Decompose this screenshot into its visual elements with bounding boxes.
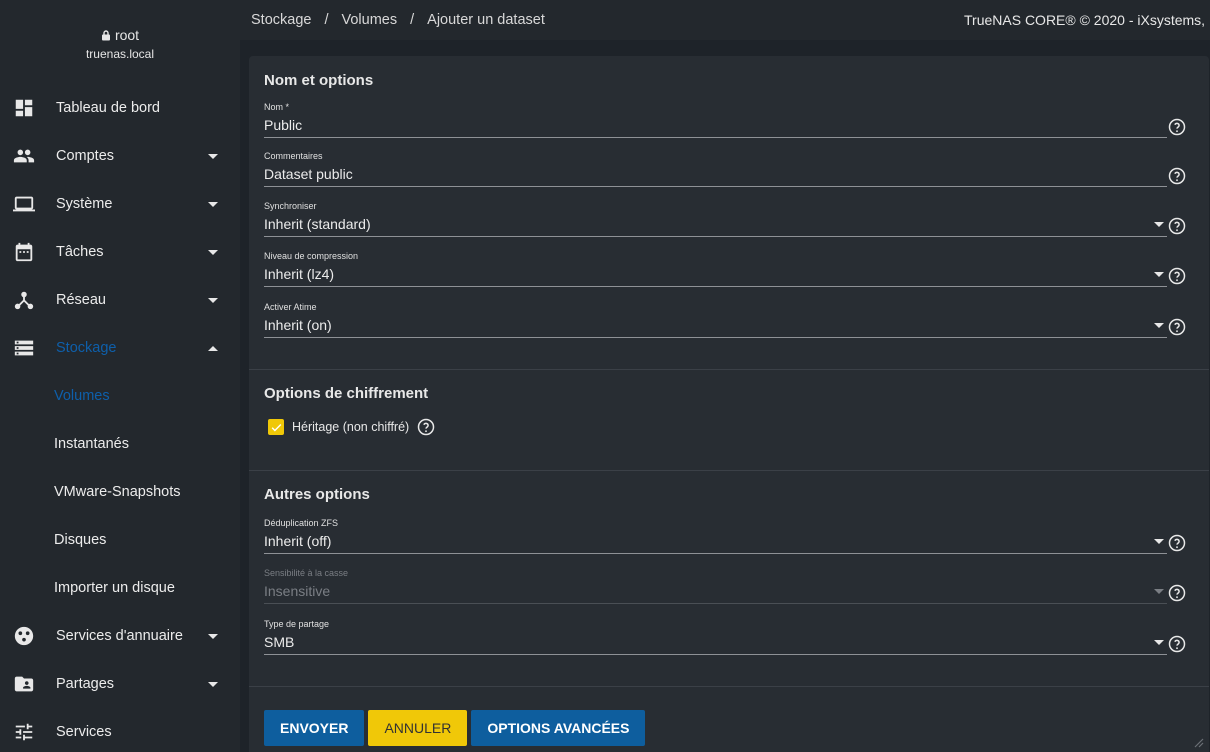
storage-icon (12, 336, 36, 360)
nav-item-storage[interactable]: Stockage (0, 324, 240, 372)
nav-item-shares[interactable]: Partages (0, 660, 240, 708)
section-title-name-options: Nom et options (264, 72, 374, 89)
section-other: Autres options (249, 470, 385, 506)
form-actions: ENVOYER ANNULER OPTIONS AVANCÉES (264, 710, 646, 746)
breadcrumb-separator: / (324, 12, 329, 28)
nav-sub-volumes[interactable]: Volumes (0, 372, 240, 420)
help-icon[interactable] (417, 418, 435, 436)
sync-select[interactable]: Synchroniser Inherit (standard) (264, 201, 1204, 247)
lock-icon (101, 29, 110, 40)
cancel-button[interactable]: ANNULER (368, 710, 468, 746)
section-divider (249, 686, 1209, 687)
nav-item-tasks[interactable]: Tâches (0, 228, 240, 276)
shares-folder-icon (12, 672, 36, 696)
submit-button[interactable]: ENVOYER (264, 710, 365, 746)
breadcrumb-add-dataset: Ajouter un dataset (427, 12, 545, 28)
chevron-down-icon (208, 633, 218, 639)
checkbox-checked-icon[interactable] (268, 419, 284, 435)
directory-icon (12, 624, 36, 648)
comments-field[interactable]: Commentaires Dataset public (264, 151, 1204, 197)
dashboard-icon (12, 96, 36, 120)
chevron-down-icon (208, 249, 218, 255)
nav-item-accounts[interactable]: Comptes (0, 132, 240, 180)
chevron-up-icon (208, 345, 218, 351)
dropdown-arrow-icon (1154, 640, 1164, 645)
help-icon[interactable] (1168, 217, 1186, 235)
user-name: root (101, 27, 139, 43)
name-field[interactable]: Nom * Public (264, 102, 1204, 148)
help-icon[interactable] (1168, 167, 1186, 185)
advanced-options-button[interactable]: OPTIONS AVANCÉES (471, 710, 646, 746)
dropdown-arrow-icon (1154, 222, 1164, 227)
nav-item-dashboard[interactable]: Tableau de bord (0, 84, 240, 132)
nav-sub-vmware-snapshots[interactable]: VMware-Snapshots (0, 468, 240, 516)
laptop-icon (12, 192, 36, 216)
chevron-down-icon (208, 153, 218, 159)
help-icon[interactable] (1168, 267, 1186, 285)
compression-select[interactable]: Niveau de compression Inherit (lz4) (264, 251, 1204, 297)
nav-sub-import-disk[interactable]: Importer un disque (0, 564, 240, 612)
inherit-encryption-checkbox[interactable]: Héritage (non chiffré) (268, 418, 435, 436)
breadcrumb: Stockage / Volumes / Ajouter un dataset (251, 12, 545, 28)
nav-item-directory-services[interactable]: Services d'annuaire (0, 612, 240, 660)
help-icon[interactable] (1168, 534, 1186, 552)
breadcrumb-storage[interactable]: Stockage (251, 12, 311, 28)
top-bar: Stockage / Volumes / Ajouter un dataset … (240, 0, 1210, 40)
breadcrumb-volumes[interactable]: Volumes (342, 12, 398, 28)
breadcrumb-separator: / (410, 12, 415, 28)
nav-sub-snapshots[interactable]: Instantanés (0, 420, 240, 468)
network-icon (12, 288, 36, 312)
help-icon[interactable] (1168, 118, 1186, 136)
section-name-options: Nom et options (249, 56, 1209, 92)
copyright: TrueNAS CORE® © 2020 - iXsystems, Inc. (964, 12, 1210, 28)
share-type-select[interactable]: Type de partage SMB (264, 619, 1204, 665)
sliders-icon (12, 720, 36, 744)
user-host: truenas.local (85, 47, 155, 61)
dropdown-arrow-icon (1154, 323, 1164, 328)
calendar-icon (12, 240, 36, 264)
user-box: root truenas.local (0, 0, 240, 84)
dropdown-arrow-icon (1154, 539, 1164, 544)
chevron-down-icon (208, 297, 218, 303)
people-icon (12, 144, 36, 168)
resize-grip-icon[interactable] (1192, 736, 1204, 748)
nav-item-network[interactable]: Réseau (0, 276, 240, 324)
case-sensitivity-select: Sensibilité à la casse Insensitive (264, 568, 1204, 614)
section-title-encryption: Options de chiffrement (264, 385, 429, 402)
nav-sub-disks[interactable]: Disques (0, 516, 240, 564)
nav-menu: Tableau de bord Comptes Système Tâches R… (0, 84, 240, 752)
nav-item-services[interactable]: Services (0, 708, 240, 752)
dropdown-arrow-icon (1154, 272, 1164, 277)
dataset-form-card: Nom et options Nom * Public Commentaires… (249, 56, 1209, 752)
atime-select[interactable]: Activer Atime Inherit (on) (264, 302, 1204, 348)
section-title-other: Autres options (264, 486, 370, 503)
help-icon[interactable] (1168, 635, 1186, 653)
help-icon[interactable] (1168, 584, 1186, 602)
dedup-select[interactable]: Déduplication ZFS Inherit (off) (264, 518, 1204, 564)
sidebar: root truenas.local Tableau de bord Compt… (0, 0, 240, 752)
section-encryption: Options de chiffrement (249, 369, 443, 405)
help-icon[interactable] (1168, 318, 1186, 336)
chevron-down-icon (208, 201, 218, 207)
nav-item-system[interactable]: Système (0, 180, 240, 228)
section-divider (249, 470, 1209, 471)
chevron-down-icon (208, 681, 218, 687)
dropdown-arrow-icon (1154, 589, 1164, 594)
